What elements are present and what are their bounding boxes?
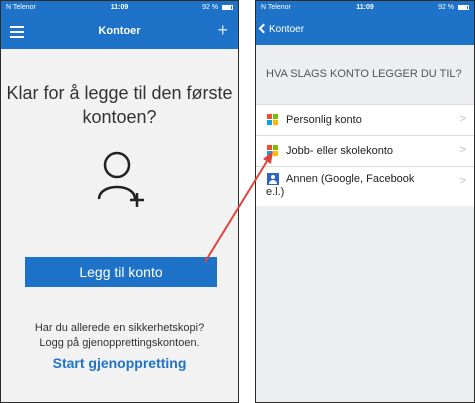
chevron-right-icon: > xyxy=(459,144,466,156)
add-user-icon xyxy=(97,151,144,207)
chevron-right-icon: > xyxy=(459,175,466,187)
account-option-personal[interactable]: Personlig konto > xyxy=(256,104,474,135)
chevron-left-icon xyxy=(258,23,269,34)
status-bar: N Telenor 11:09 92 % xyxy=(256,1,474,17)
accounts-screen: N Telenor 11:09 92 % Kontoer + Klar for … xyxy=(0,0,239,403)
account-option-label: Annen (Google, Facebook e.l.) xyxy=(266,173,415,198)
empty-state-headline: Klar for å legge til den første kontoen? xyxy=(6,83,233,127)
screenshot-stage: N Telenor 11:09 92 % Kontoer + Klar for … xyxy=(0,0,475,403)
microsoft-logo-icon xyxy=(267,114,279,126)
battery-percent: 92 % xyxy=(438,4,455,11)
backup-question: Har du allerede en sikkerhetskopi? xyxy=(34,322,205,334)
account-type-screen: N Telenor 11:09 92 % Kontoer HVA SLAGS K… xyxy=(255,0,475,403)
account-option-label: Personlig konto xyxy=(286,114,362,126)
page-title: Kontoer xyxy=(98,25,141,37)
battery-status: 92 % xyxy=(202,4,233,11)
add-account-button[interactable]: Legg til konto xyxy=(25,257,217,287)
battery-icon xyxy=(458,5,469,10)
back-button[interactable]: Kontoer xyxy=(258,23,305,35)
account-type-list: Personlig konto > Jobb- eller skolekonto… xyxy=(256,104,474,206)
microsoft-logo-icon xyxy=(267,145,279,157)
nav-bar: N Telenor 11:09 92 % Kontoer + xyxy=(1,1,238,49)
start-recovery-link[interactable]: Start gjenoppretting xyxy=(1,355,238,371)
account-option-other[interactable]: Annen (Google, Facebook e.l.) > xyxy=(256,166,474,206)
battery-status: 92 % xyxy=(438,4,469,11)
back-label: Kontoer xyxy=(269,24,305,35)
nav-bar: N Telenor 11:09 92 % Kontoer xyxy=(256,1,474,45)
account-option-work-school[interactable]: Jobb- eller skolekonto > xyxy=(256,135,474,166)
battery-percent: 92 % xyxy=(202,4,219,11)
add-account-icon[interactable]: + xyxy=(217,21,228,39)
backup-hint: Logg på gjenopprettingskontoen. xyxy=(39,337,200,349)
section-title: HVA SLAGS KONTO LEGGER DU TIL? xyxy=(266,68,462,80)
account-option-label: Jobb- eller skolekonto xyxy=(286,145,394,157)
battery-icon xyxy=(222,5,233,10)
chevron-right-icon: > xyxy=(459,113,466,125)
status-bar: N Telenor 11:09 92 % xyxy=(1,1,238,17)
